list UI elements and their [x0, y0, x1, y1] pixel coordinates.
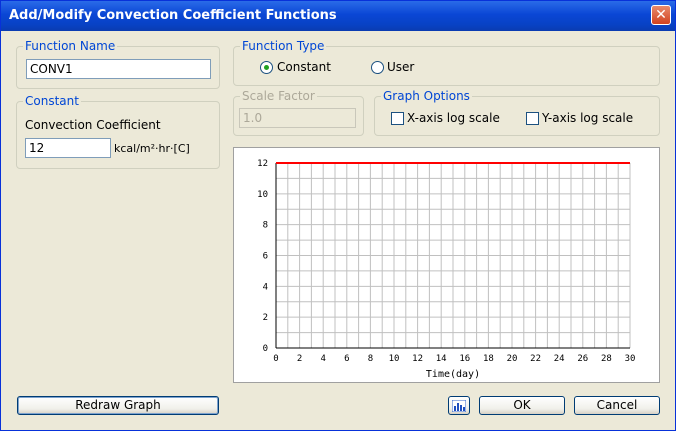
x-tick-label: 20: [507, 354, 518, 364]
graph-panel: 0 2 4 6 8 10 12 14 16 18 20 22 24 26 28 30 0 2 4 6 8 10 12 Time…: [233, 147, 660, 383]
graph-icon-button[interactable]: [448, 396, 470, 415]
y-tick-label: 2: [263, 313, 268, 323]
y-tick-label: 10: [257, 190, 268, 200]
close-icon: ✕: [655, 7, 667, 23]
scale-factor-input: 1.0: [239, 108, 356, 128]
convection-coefficient-label: Convection Coefficient: [25, 118, 161, 132]
x-log-label[interactable]: X-axis log scale: [407, 111, 500, 125]
redraw-graph-button[interactable]: Redraw Graph: [17, 396, 219, 415]
x-tick-label: 26: [577, 354, 588, 364]
convection-coefficient-input[interactable]: 12: [25, 138, 111, 158]
constant-legend: Constant: [23, 94, 81, 108]
y-tick-label: 8: [263, 221, 268, 231]
function-chart: 0 2 4 6 8 10 12 14 16 18 20 22 24 26 28 30024681012Time…: [257, 159, 636, 380]
function-name-input[interactable]: CONV1: [26, 59, 211, 79]
window-title: Add/Modify Convection Coefficient Functi…: [9, 8, 337, 23]
x-tick-label: 2: [297, 354, 302, 364]
x-tick-label: 30: [625, 354, 636, 364]
x-tick-label: 14: [436, 354, 447, 364]
function-type-legend: Function Type: [240, 39, 327, 53]
radio-constant-label[interactable]: Constant: [277, 60, 331, 74]
title-bar[interactable]: Add/Modify Convection Coefficient Functi…: [1, 1, 675, 31]
x-tick-label: 8: [368, 354, 373, 364]
x-tick-label: 18: [483, 354, 494, 364]
y-log-checkbox[interactable]: [526, 112, 539, 125]
x-tick-label: 0: [273, 354, 278, 364]
radio-constant[interactable]: [260, 61, 273, 74]
x-axis-title: Time(day): [426, 369, 480, 380]
y-tick-label: 12: [257, 159, 268, 169]
unit-label: kcal/m²·hr·[C]: [114, 142, 190, 155]
constant-group: Constant: [16, 94, 220, 169]
y-tick-label: 0: [263, 344, 268, 354]
bar-chart-icon: [452, 400, 466, 412]
x-tick-label: 10: [389, 354, 400, 364]
radio-user-label[interactable]: User: [387, 60, 414, 74]
x-tick-label: 24: [554, 354, 565, 364]
radio-selected-dot: [264, 65, 269, 70]
y-log-label[interactable]: Y-axis log scale: [542, 111, 633, 125]
y-tick-label: 6: [263, 252, 268, 262]
graph-options-legend: Graph Options: [381, 89, 472, 103]
radio-user[interactable]: [371, 61, 384, 74]
function-name-legend: Function Name: [23, 39, 118, 53]
x-tick-label: 4: [320, 354, 325, 364]
x-tick-label: 28: [601, 354, 612, 364]
scale-factor-legend: Scale Factor: [240, 89, 317, 103]
x-log-checkbox[interactable]: [391, 112, 404, 125]
x-tick-label: 6: [344, 354, 349, 364]
x-tick-label: 12: [412, 354, 423, 364]
x-tick-label: 22: [530, 354, 541, 364]
dialog-window: Add/Modify Convection Coefficient Functi…: [0, 0, 676, 431]
y-tick-label: 4: [263, 282, 268, 292]
cancel-button[interactable]: Cancel: [574, 396, 660, 415]
close-button[interactable]: ✕: [651, 5, 671, 25]
x-tick-label: 16: [459, 354, 470, 364]
ok-button[interactable]: OK: [479, 396, 565, 415]
